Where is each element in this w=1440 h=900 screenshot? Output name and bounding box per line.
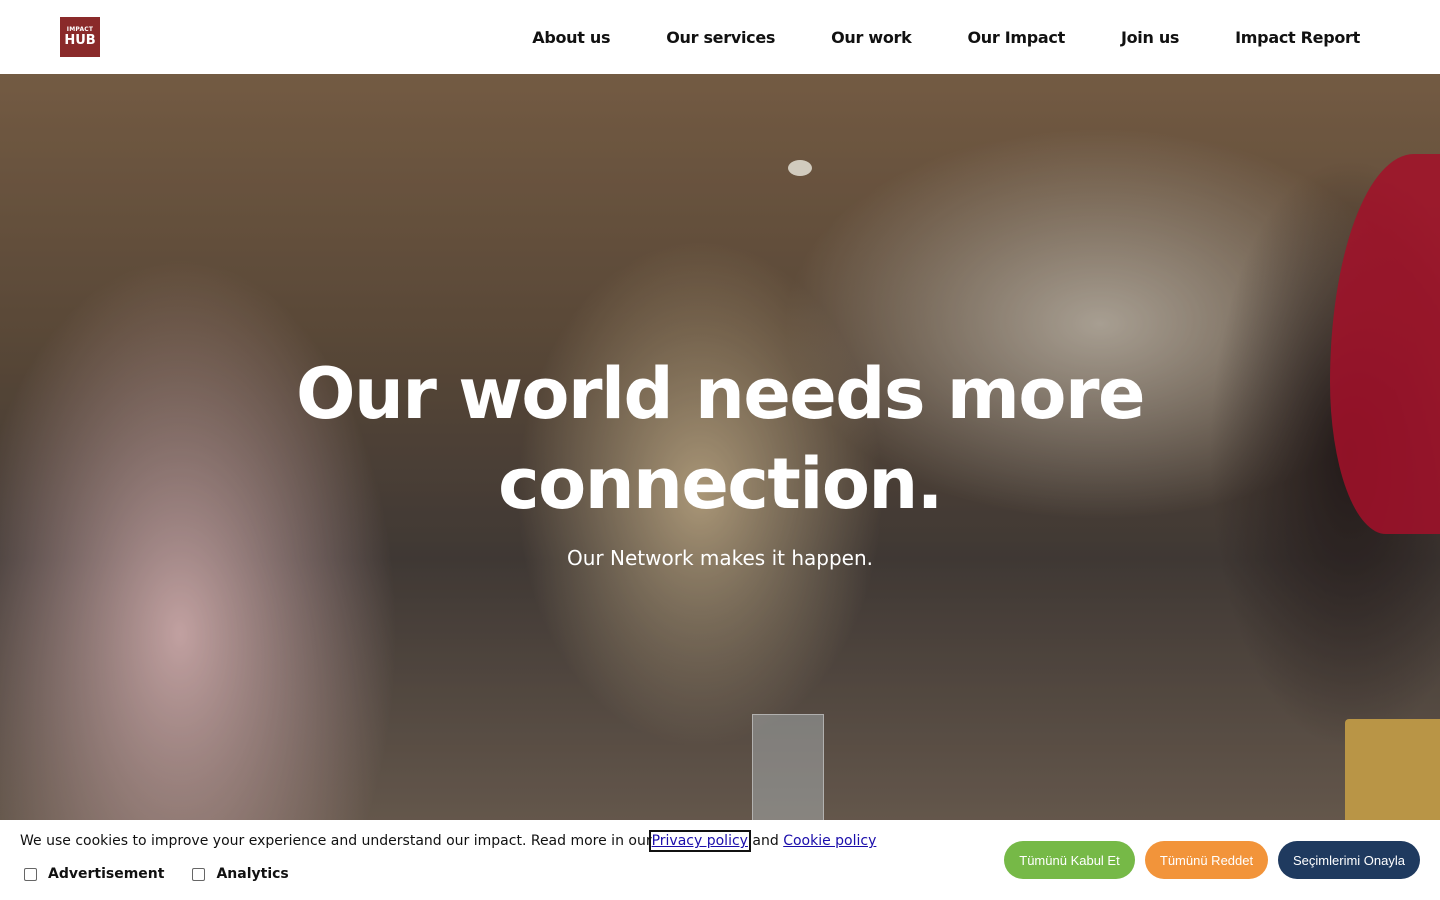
privacy-policy-link[interactable]: Privacy policy [648, 830, 751, 852]
analytics-label: Analytics [216, 866, 289, 882]
cookie-options: Advertisement Analytics [24, 866, 317, 882]
advertisement-option[interactable]: Advertisement [24, 866, 164, 882]
cookie-message: We use cookies to improve your experienc… [20, 830, 876, 852]
cookie-policy-link[interactable]: Cookie policy [783, 833, 876, 849]
site-header: IMPACT HUB About us Our services Our wor… [0, 0, 1440, 74]
cookie-buttons: Tümünü Kabul Et Tümünü Reddet Seçimlerim… [994, 841, 1420, 879]
hero-video: Our world needs more connection. Our Net… [0, 74, 1440, 820]
nav-join-us[interactable]: Join us [1121, 28, 1180, 47]
main-nav: About us Our services Our work Our Impac… [532, 0, 1360, 74]
nav-our-work[interactable]: Our work [831, 28, 912, 47]
accept-all-button[interactable]: Tümünü Kabul Et [1004, 841, 1135, 879]
nav-about-us[interactable]: About us [532, 28, 610, 47]
nav-impact-report[interactable]: Impact Report [1235, 28, 1360, 47]
analytics-checkbox[interactable] [192, 867, 206, 881]
cookie-and-text: and [752, 833, 779, 849]
logo-line-2: HUB [64, 33, 96, 48]
hero-subline: Our Network makes it happen. [567, 546, 873, 570]
advertisement-label: Advertisement [48, 866, 165, 882]
advertisement-checkbox[interactable] [24, 867, 37, 881]
impact-hub-logo[interactable]: IMPACT HUB [60, 17, 100, 57]
cookie-banner: We use cookies to improve your experienc… [0, 820, 1440, 900]
reject-all-button[interactable]: Tümünü Reddet [1145, 841, 1268, 879]
nav-our-services[interactable]: Our services [666, 28, 775, 47]
hero-headline: Our world needs more connection. [296, 353, 1145, 525]
nav-our-impact[interactable]: Our Impact [967, 28, 1065, 47]
analytics-option[interactable]: Analytics [192, 866, 289, 882]
cookie-text: We use cookies to improve your experienc… [20, 833, 652, 849]
confirm-choices-button[interactable]: Seçimlerimi Onayla [1278, 841, 1420, 879]
